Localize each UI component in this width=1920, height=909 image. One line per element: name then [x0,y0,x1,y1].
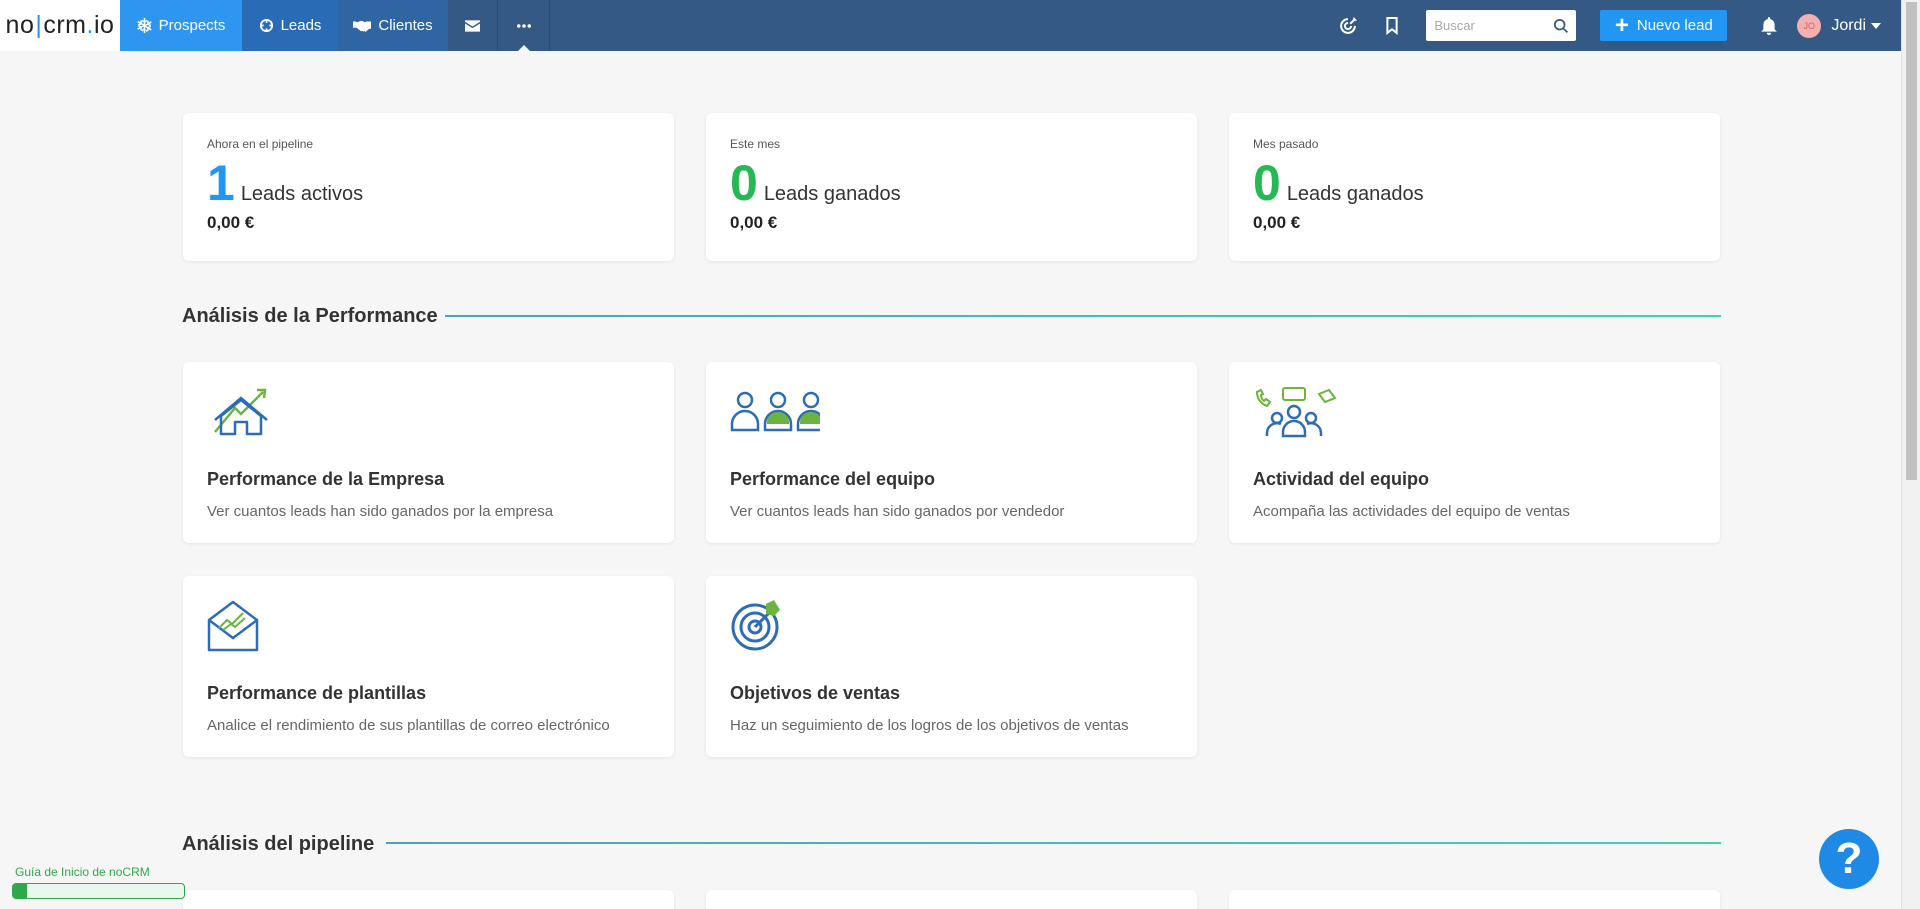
team-users-icon [730,391,826,432]
guide-progress-fill [13,884,27,898]
feature-title: Performance del equipo [730,469,936,489]
stat-card-last-month[interactable]: Mes pasado 0 Leads ganados 0,00 € [1229,113,1720,261]
guide-progress-bar [12,883,185,899]
search-icon[interactable] [1554,18,1569,33]
stat-number: 1 [207,155,235,211]
feature-title: Performance de plantillas [207,683,427,703]
section-title-performance: Análisis de la Performance [182,305,438,327]
pipeline-card[interactable] [1229,890,1720,909]
bookmark-icon[interactable] [1380,14,1404,38]
page-scrollbar[interactable] [1901,0,1920,909]
target-icon [731,600,780,651]
feature-card-team-activity[interactable]: Actividad del equipo Acompaña las activi… [1229,362,1720,543]
handshake-icon [353,20,372,32]
feature-card-company-performance[interactable]: Performance de la Empresa Ver cuantos le… [183,362,674,543]
topbar-right-group: + Nuevo lead JO Jordi [1336,0,1901,51]
tab-clientes[interactable]: Clientes [338,0,448,51]
top-navigation-bar: no|crm.io Prospects Leads Clientes + Nue… [0,0,1901,51]
help-button[interactable]: ? [1819,829,1879,889]
search-box [1426,10,1577,41]
scrollbar-thumb[interactable] [1906,2,1917,480]
envelope-chart-icon [207,600,259,652]
section-title-pipeline: Análisis del pipeline [182,833,375,855]
feature-desc: Ver cuantos leads han sido ganados por l… [207,503,554,520]
nocrm-logo[interactable]: no | crm. io [0,0,120,51]
stat-amount: 0,00 € [1253,213,1301,232]
crosshair-icon [259,18,273,33]
feature-title: Actividad del equipo [1253,469,1430,489]
snowflake-icon [136,18,152,33]
stat-card-pipeline[interactable]: Ahora en el pipeline 1 Leads activos 0,0… [183,113,674,261]
stat-amount: 0,00 € [730,213,778,232]
onboarding-guide[interactable]: Guía de Inicio de noCRM [12,865,185,899]
stat-text: Leads ganados [1286,183,1424,205]
section-divider [386,842,1721,844]
feature-card-team-performance[interactable]: Performance del equipo Ver cuantos leads… [706,362,1197,543]
tab-leads[interactable]: Leads [242,0,338,51]
section-divider [445,315,1721,317]
stat-number: 0 [730,155,758,211]
active-tab-caret [518,45,530,51]
bell-icon[interactable] [1757,14,1781,38]
guide-label: Guía de Inicio de noCRM [15,865,150,879]
pipeline-card[interactable] [183,890,674,909]
plus-icon: + [1614,11,1629,39]
feature-desc: Haz un seguimiento de los logros de los … [730,717,1129,734]
stat-label: Este mes [730,137,781,151]
stat-amount: 0,00 € [207,213,255,232]
pipeline-card[interactable] [706,890,1197,909]
user-menu-name[interactable]: Jordi [1831,17,1866,35]
stat-number: 0 [1253,155,1281,211]
envelope-icon [465,19,480,32]
tab-more[interactable] [498,0,550,51]
goals-target-icon[interactable] [1336,14,1360,38]
feature-card-sales-goals[interactable]: Objetivos de ventas Haz un seguimiento d… [706,576,1197,757]
chevron-down-icon[interactable] [1871,22,1881,29]
feature-title: Performance de la Empresa [207,469,445,489]
ellipsis-icon [516,23,531,28]
tab-mail[interactable] [448,0,498,51]
feature-title: Objetivos de ventas [730,683,901,703]
avatar[interactable]: JO [1797,13,1822,38]
new-lead-button[interactable]: + Nuevo lead [1600,10,1728,41]
team-activity-icon [1255,387,1337,438]
stat-label: Mes pasado [1253,137,1319,151]
feature-card-template-performance[interactable]: Performance de plantillas Analice el ren… [183,576,674,757]
search-input[interactable] [1434,18,1555,33]
house-growth-icon [214,388,268,436]
feature-desc: Analice el rendimiento de sus plantillas… [207,717,610,734]
tab-prospects[interactable]: Prospects [120,0,242,51]
stat-card-this-month[interactable]: Este mes 0 Leads ganados 0,00 € [706,113,1197,261]
stat-text: Leads ganados [763,183,901,205]
stat-text: Leads activos [240,183,364,205]
stat-label: Ahora en el pipeline [207,137,314,151]
feature-desc: Acompaña las actividades del equipo de v… [1253,503,1570,520]
question-mark-icon: ? [1835,834,1863,883]
feature-desc: Ver cuantos leads han sido ganados por v… [730,503,1065,520]
